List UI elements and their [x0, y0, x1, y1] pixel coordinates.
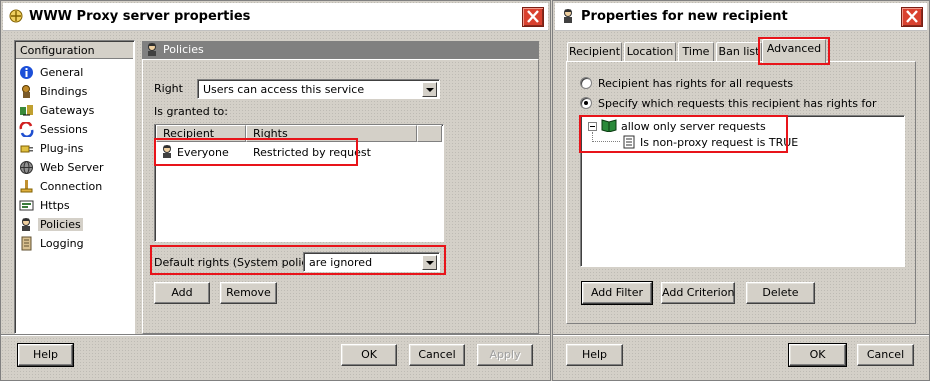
- add-button[interactable]: Add: [154, 282, 210, 304]
- recipient-properties-window: Properties for new recipient Recipient L…: [552, 0, 930, 381]
- proxy-app-icon: [9, 9, 23, 23]
- bindings-icon: [22, 85, 30, 98]
- connection-icon: [20, 180, 33, 193]
- tab-location[interactable]: Location: [624, 42, 676, 62]
- table-row[interactable]: Everyone Restricted by request: [156, 143, 442, 161]
- sidebar-header-label: Configuration: [20, 44, 95, 57]
- tab-advanced[interactable]: Advanced: [762, 39, 826, 63]
- column-header-rights[interactable]: Rights: [246, 125, 417, 142]
- sidebar-item-label: General: [40, 66, 84, 79]
- sidebar-item-label: Https: [40, 199, 70, 212]
- sidebar: Configuration General Bindings Gateways …: [14, 40, 135, 334]
- add-criterion-button[interactable]: Add Criterion: [661, 282, 735, 304]
- sessions-icon: [19, 122, 34, 137]
- default-rights-dropdown[interactable]: are ignored: [303, 252, 440, 272]
- recipients-table[interactable]: Recipient Rights Everyone Restricted by …: [154, 124, 444, 242]
- gateways-icon: [20, 105, 33, 116]
- sidebar-item-label: Logging: [40, 237, 84, 250]
- document-icon: [623, 135, 635, 149]
- bottom-separator: [553, 334, 929, 336]
- recipient-cell: Everyone: [177, 146, 229, 159]
- granted-label: Is granted to:: [154, 105, 228, 118]
- column-header-recipient[interactable]: Recipient: [156, 125, 246, 142]
- sidebar-item-label: Connection: [40, 180, 103, 193]
- help-button[interactable]: Help: [17, 343, 74, 367]
- default-rights-value: are ignored: [309, 256, 373, 269]
- default-rights-label: Default rights (System policies): [154, 256, 328, 269]
- chevron-down-icon[interactable]: [422, 82, 437, 97]
- title-bar[interactable]: Properties for new recipient: [555, 3, 927, 31]
- close-icon: [527, 10, 539, 23]
- tab-time[interactable]: Time: [678, 42, 714, 62]
- tab-recipient[interactable]: Recipient: [567, 42, 622, 62]
- plugin-icon: [20, 145, 33, 153]
- tree-root-label[interactable]: allow only server requests: [621, 120, 766, 133]
- delete-button[interactable]: Delete: [746, 282, 815, 304]
- sidebar-item-label: Web Server: [40, 161, 104, 174]
- close-button[interactable]: [522, 7, 544, 27]
- close-button[interactable]: [901, 7, 923, 27]
- logging-icon: [21, 236, 32, 251]
- proxy-properties-window: WWW Proxy server properties Configuratio…: [0, 0, 551, 381]
- cancel-button[interactable]: Cancel: [409, 344, 465, 366]
- user-icon: [163, 145, 171, 158]
- tree-expand-toggle[interactable]: [588, 122, 597, 131]
- column-header-spacer: [417, 125, 442, 142]
- right-dropdown-value: Users can access this service: [203, 83, 365, 96]
- policies-icon: [22, 218, 30, 231]
- panel-title: Policies: [163, 43, 204, 56]
- help-button[interactable]: Help: [566, 344, 623, 366]
- right-label: Right: [154, 82, 183, 95]
- web-server-icon: [20, 161, 33, 174]
- add-filter-button[interactable]: Add Filter: [581, 281, 653, 305]
- rights-cell: Restricted by request: [253, 146, 371, 159]
- tab-ban-list[interactable]: Ban list: [716, 42, 762, 62]
- chevron-down-icon[interactable]: [422, 255, 437, 270]
- remove-button[interactable]: Remove: [220, 282, 277, 304]
- radio-all-label: Recipient has rights for all requests: [598, 77, 794, 90]
- title-bar[interactable]: WWW Proxy server properties: [3, 3, 548, 31]
- sidebar-item-label: Bindings: [40, 85, 88, 98]
- radio-specify-label: Specify which requests this recipient ha…: [598, 97, 877, 110]
- user-icon: [564, 9, 572, 23]
- https-icon: [19, 200, 34, 211]
- radio-specify-requests[interactable]: [580, 97, 592, 109]
- ok-button[interactable]: OK: [788, 343, 847, 367]
- radio-all-requests[interactable]: [580, 77, 592, 89]
- policies-icon: [148, 43, 156, 56]
- info-icon: [20, 66, 33, 79]
- sidebar-item-label: Gateways: [40, 104, 95, 117]
- window-title: WWW Proxy server properties: [29, 9, 251, 24]
- panel-header: Policies: [142, 41, 539, 59]
- window-title: Properties for new recipient: [581, 9, 788, 24]
- filter-book-icon: [601, 119, 617, 132]
- sidebar-header: Configuration: [16, 42, 133, 59]
- right-dropdown[interactable]: Users can access this service: [197, 79, 440, 99]
- bottom-separator: [1, 334, 550, 336]
- tree-child-label[interactable]: Is non-proxy request is TRUE: [640, 136, 798, 149]
- filter-tree[interactable]: allow only server requests Is non-proxy …: [580, 115, 905, 267]
- apply-button[interactable]: Apply: [477, 344, 533, 366]
- ok-button[interactable]: OK: [341, 344, 397, 366]
- sidebar-item-label: Sessions: [40, 123, 88, 136]
- cancel-button[interactable]: Cancel: [857, 344, 914, 366]
- sidebar-item-label: Policies: [38, 218, 83, 231]
- close-icon: [906, 10, 918, 23]
- sidebar-item-label: Plug-ins: [40, 142, 84, 155]
